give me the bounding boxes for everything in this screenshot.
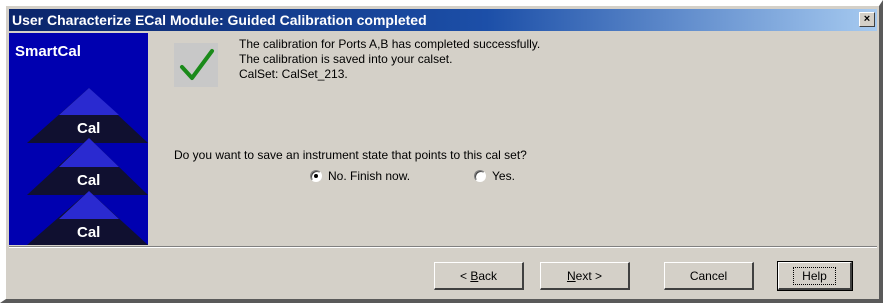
- button-separator: [9, 246, 877, 248]
- next-button-mnemonic: N: [566, 268, 576, 283]
- next-button[interactable]: Next >: [540, 262, 630, 290]
- title-bar[interactable]: User Characterize ECal Module: Guided Ca…: [9, 9, 877, 31]
- wizard-content: The calibration for Ports A,B has comple…: [148, 33, 877, 245]
- cal-label-1: Cal: [77, 120, 100, 137]
- radio-selected-dot: [314, 174, 318, 178]
- cal-pyramid-1-light: [59, 88, 119, 115]
- radio-button-unselected[interactable]: [474, 170, 486, 182]
- message-line-2: The calibration is saved into your calse…: [239, 52, 453, 66]
- close-button[interactable]: ×: [859, 12, 875, 27]
- back-button-prefix: <: [459, 268, 471, 283]
- message-line-1: The calibration for Ports A,B has comple…: [239, 37, 541, 51]
- radio-button-selected[interactable]: [310, 170, 322, 182]
- dialog-window: User Characterize ECal Module: Guided Ca…: [0, 0, 883, 303]
- radio-yes[interactable]: Yes.: [474, 168, 515, 184]
- radio-yes-label: Yes.: [492, 169, 515, 183]
- side-panel-title: SmartCal: [15, 43, 81, 60]
- question-text: Do you want to save an instrument state …: [174, 148, 527, 162]
- back-button-mnemonic: B: [470, 268, 479, 283]
- next-button-rest: ext >: [575, 268, 603, 283]
- wizard-side-panel: Cal Cal Cal SmartCal: [9, 33, 148, 245]
- message-line-3: CalSet: CalSet_213.: [239, 67, 348, 81]
- back-button[interactable]: < Back: [434, 262, 524, 290]
- help-button-label: Help: [793, 266, 836, 285]
- radio-no-finish[interactable]: No. Finish now.: [310, 168, 410, 184]
- cal-label-3: Cal: [77, 224, 100, 241]
- cancel-button-label: Cancel: [689, 268, 728, 283]
- cal-label-2: Cal: [77, 172, 100, 189]
- checkmark-icon: [174, 43, 218, 87]
- help-button[interactable]: Help: [777, 261, 853, 291]
- window-title: User Characterize ECal Module: Guided Ca…: [12, 12, 427, 28]
- radio-no-label: No. Finish now.: [328, 169, 411, 183]
- wizard-art: Cal Cal Cal: [27, 88, 148, 245]
- cancel-button[interactable]: Cancel: [664, 262, 754, 290]
- back-button-rest: ack: [478, 268, 498, 283]
- cal-pyramid-3-light: [59, 191, 119, 219]
- close-icon: ×: [863, 13, 871, 25]
